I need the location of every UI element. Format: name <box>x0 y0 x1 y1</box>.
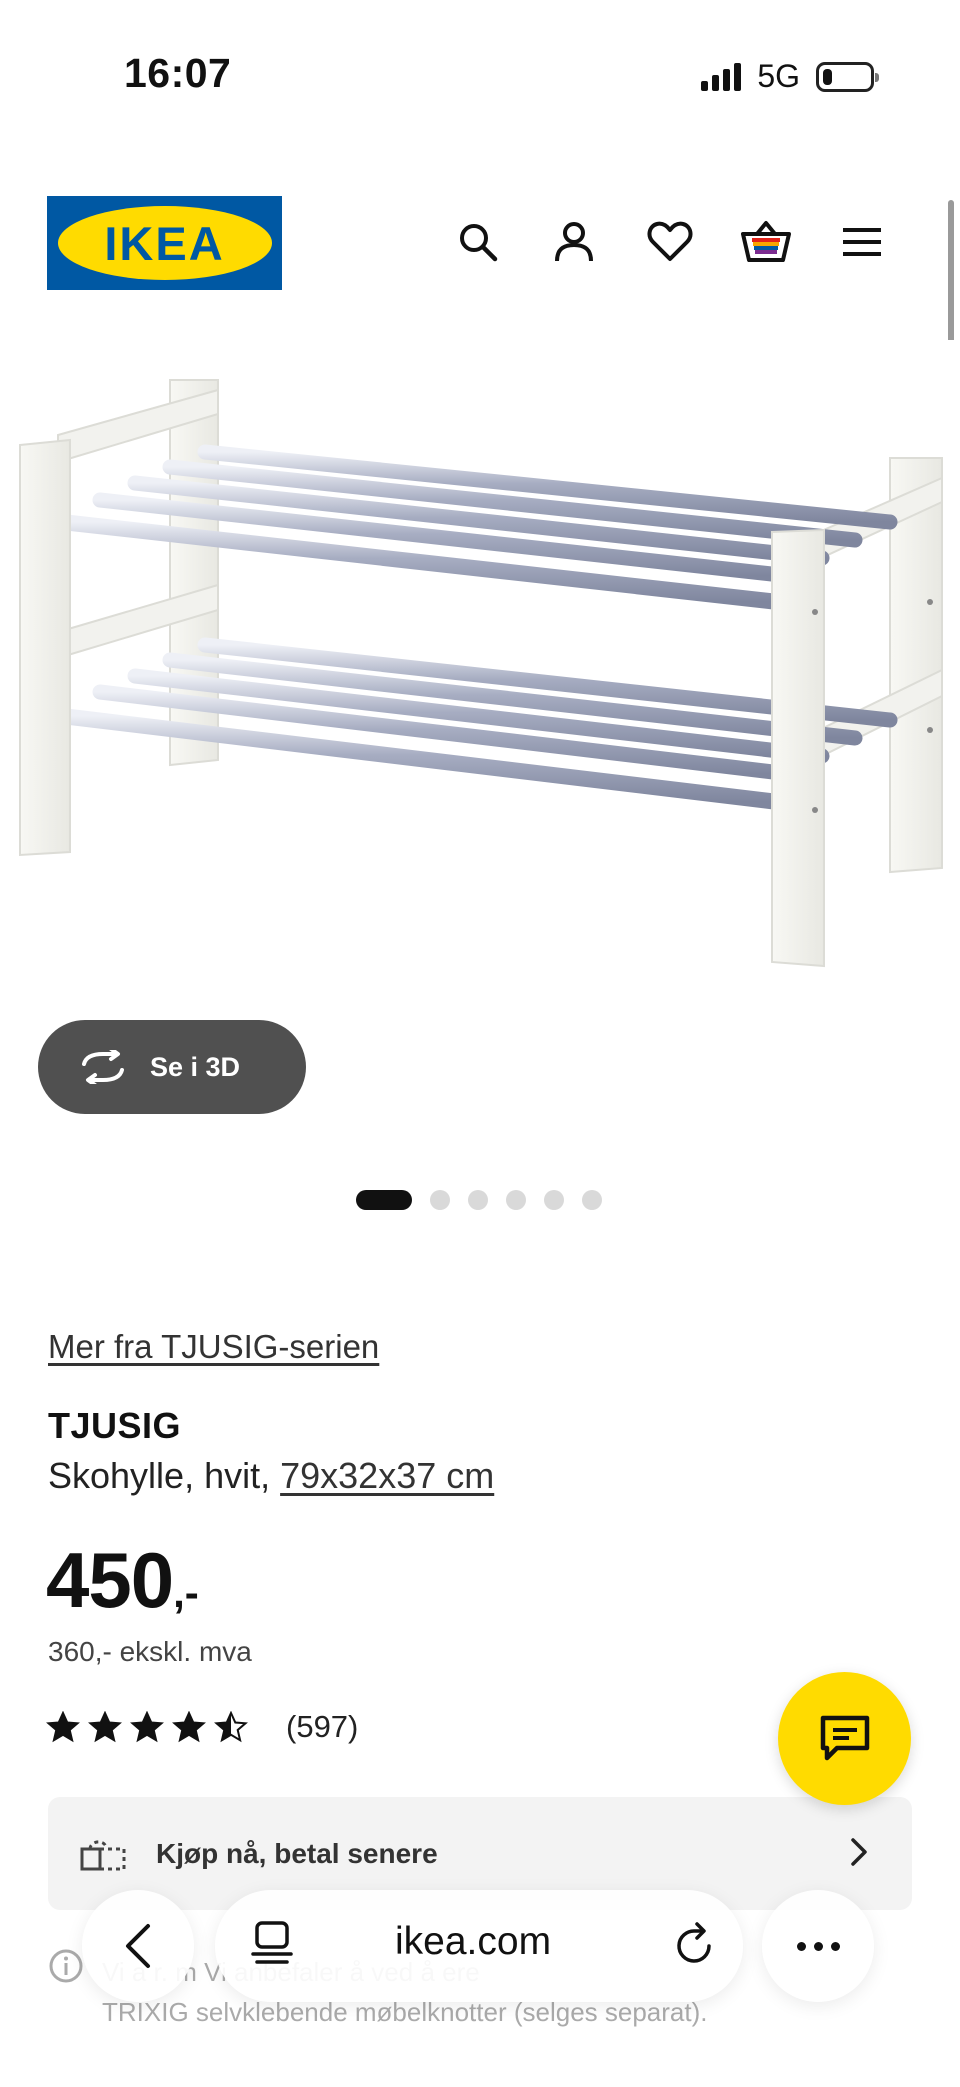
profile-icon[interactable] <box>544 212 604 272</box>
chevron-right-icon <box>851 1838 867 1866</box>
star-icon <box>130 1711 164 1743</box>
chat-button[interactable] <box>778 1672 911 1805</box>
chevron-left-icon <box>126 1924 150 1968</box>
star-icon <box>46 1711 80 1743</box>
price: 450 ,- <box>46 1535 199 1626</box>
more-options-button[interactable] <box>762 1890 874 2002</box>
basket-icon[interactable] <box>736 212 796 272</box>
header-actions <box>448 212 892 272</box>
rating-stars <box>46 1711 248 1743</box>
rotate-3d-icon <box>82 1050 124 1084</box>
network-type: 5G <box>757 58 800 94</box>
carousel-indicator[interactable] <box>356 1190 602 1210</box>
product-name: TJUSIG <box>48 1405 182 1446</box>
back-button[interactable] <box>82 1890 194 2002</box>
series-link[interactable]: Mer fra TJUSIG-serien <box>48 1328 379 1366</box>
see-in-3d-button[interactable]: Se i 3D <box>38 1020 306 1114</box>
carousel-dot[interactable] <box>544 1190 564 1210</box>
carousel-dot[interactable] <box>506 1190 526 1210</box>
star-icon <box>214 1711 248 1743</box>
reload-icon[interactable] <box>673 1920 717 1968</box>
star-icon <box>172 1711 206 1743</box>
product-description-text: Skohylle, hvit, <box>48 1455 281 1496</box>
carousel-dot[interactable] <box>468 1190 488 1210</box>
heart-icon[interactable] <box>640 212 700 272</box>
rating-count: (597) <box>286 1709 359 1744</box>
ikea-logo[interactable]: IKEA <box>47 196 282 290</box>
carousel-dot[interactable] <box>582 1190 602 1210</box>
price-ex-vat: 360,- ekskl. mva <box>48 1636 252 1667</box>
logo-text: IKEA <box>104 216 225 270</box>
carousel-dot[interactable] <box>356 1190 412 1210</box>
menu-icon[interactable] <box>832 212 892 272</box>
address-bar[interactable]: ikea.com <box>215 1890 743 2002</box>
price-suffix: ,- <box>173 1569 199 1616</box>
url-text: ikea.com <box>395 1920 552 1963</box>
browser-toolbar: ikea.com <box>0 1880 960 2087</box>
product-image[interactable] <box>0 340 960 1020</box>
rating[interactable]: (597) <box>46 1709 358 1745</box>
product-description: Skohylle, hvit, 79x32x37 cm <box>48 1455 494 1497</box>
see-in-3d-label: Se i 3D <box>150 1051 241 1082</box>
signal-icon <box>701 62 742 91</box>
search-icon[interactable] <box>448 212 508 272</box>
payment-icon <box>80 1840 126 1870</box>
battery-icon <box>816 61 879 92</box>
price-amount: 450 <box>46 1536 174 1624</box>
carousel-dot[interactable] <box>430 1190 450 1210</box>
tabs-icon[interactable] <box>251 1920 293 1966</box>
status-indicators: 5G <box>701 58 879 95</box>
star-icon <box>88 1711 122 1743</box>
buy-now-pay-later-label: Kjøp nå, betal senere <box>156 1837 438 1869</box>
status-time: 16:07 <box>124 50 232 96</box>
chat-icon <box>820 1715 869 1760</box>
dimensions-link[interactable]: 79x32x37 cm <box>280 1455 494 1496</box>
